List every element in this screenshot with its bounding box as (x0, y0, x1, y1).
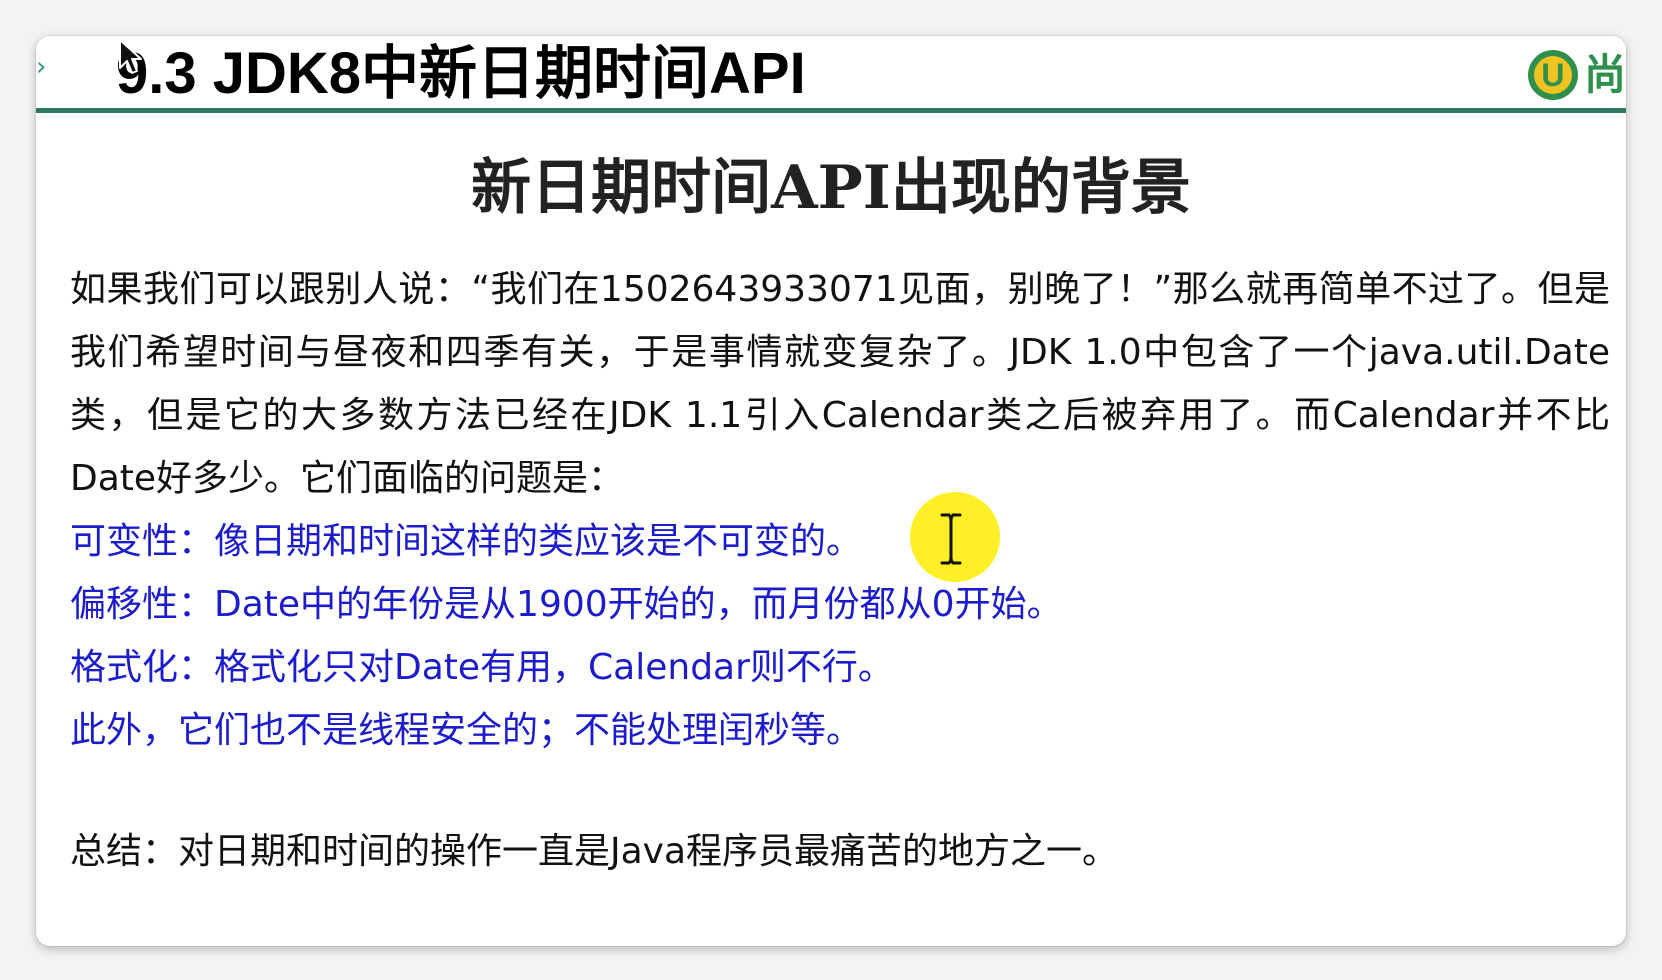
header-divider (36, 108, 1626, 113)
i-beam-cursor-icon (940, 513, 962, 565)
slide-header: › 9.3 JDK8中新日期时间API 尚 (36, 36, 1626, 110)
problem-item-offset: 偏移性：Date中的年份是从1900开始的，而月份都从0开始。 (70, 584, 1063, 625)
chevron-right-icon: › (36, 52, 47, 82)
background-paragraph: 如果我们可以跟别人说：“我们在1502643933071见面，别晚了！”那么就再… (70, 269, 1610, 499)
summary-text: 总结：对日期和时间的操作一直是Java程序员最痛苦的地方之一。 (70, 831, 1119, 872)
slide-heading: 新日期时间API出现的背景 (471, 153, 1191, 223)
problem-item-formatting: 格式化：格式化只对Date有用，Calendar则不行。 (70, 647, 894, 688)
section-title: 9.3 JDK8中新日期时间API (116, 41, 806, 106)
problem-item-thread-safety: 此外，它们也不是线程安全的；不能处理闰秒等。 (70, 710, 863, 751)
logo-text: 尚 (1583, 50, 1626, 99)
problem-item-mutability: 可变性：像日期和时间这样的类应该是不可变的。 (70, 521, 863, 562)
problem-list: 可变性：像日期和时间这样的类应该是不可变的。 偏移性：Date中的年份是从190… (70, 510, 1610, 762)
presentation-window: › 9.3 JDK8中新日期时间API 尚 新日期时间API出现的背景 如果我们… (36, 36, 1626, 946)
logo-icon (1527, 50, 1578, 100)
arrow-pointer-icon (119, 39, 142, 74)
logo: 尚 (1527, 48, 1626, 102)
